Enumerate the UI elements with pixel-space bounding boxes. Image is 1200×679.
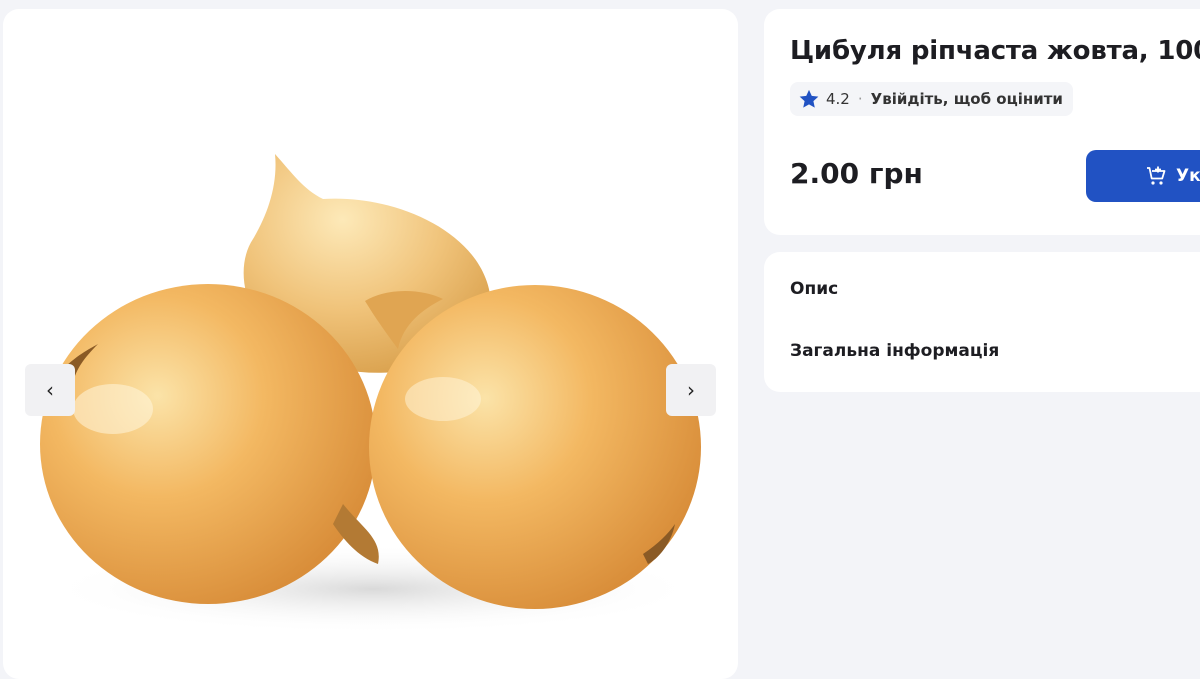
add-to-cart-button[interactable]: Ук	[1086, 150, 1200, 202]
gallery-next-button[interactable]: ›	[666, 364, 716, 416]
rating-value: 4.2	[826, 90, 850, 108]
rating-separator: ·	[857, 90, 863, 108]
cart-add-icon	[1147, 166, 1166, 185]
rating-login-link[interactable]: Увійдіть, щоб оцінити	[871, 90, 1063, 108]
add-to-cart-label: Ук	[1176, 166, 1200, 186]
description-section[interactable]: Опис	[790, 279, 838, 299]
product-price: 2.00 грн	[790, 157, 923, 190]
gallery-prev-button[interactable]: ‹	[25, 364, 75, 416]
chevron-right-icon: ›	[687, 378, 695, 402]
product-gallery: ‹ ›	[3, 9, 738, 679]
product-image	[40, 154, 703, 634]
rating-badge[interactable]: 4.2 · Увійдіть, щоб оцінити	[790, 82, 1073, 116]
product-info-card: Цибуля ріпчаста жовта, 100г 4.2 · Увійді…	[764, 9, 1200, 235]
chevron-left-icon: ‹	[46, 378, 54, 402]
details-card: Опис Загальна інформація	[764, 252, 1200, 392]
general-info-section[interactable]: Загальна інформація	[790, 341, 999, 361]
star-icon	[799, 89, 819, 108]
product-title: Цибуля ріпчаста жовта, 100г	[790, 36, 1200, 66]
